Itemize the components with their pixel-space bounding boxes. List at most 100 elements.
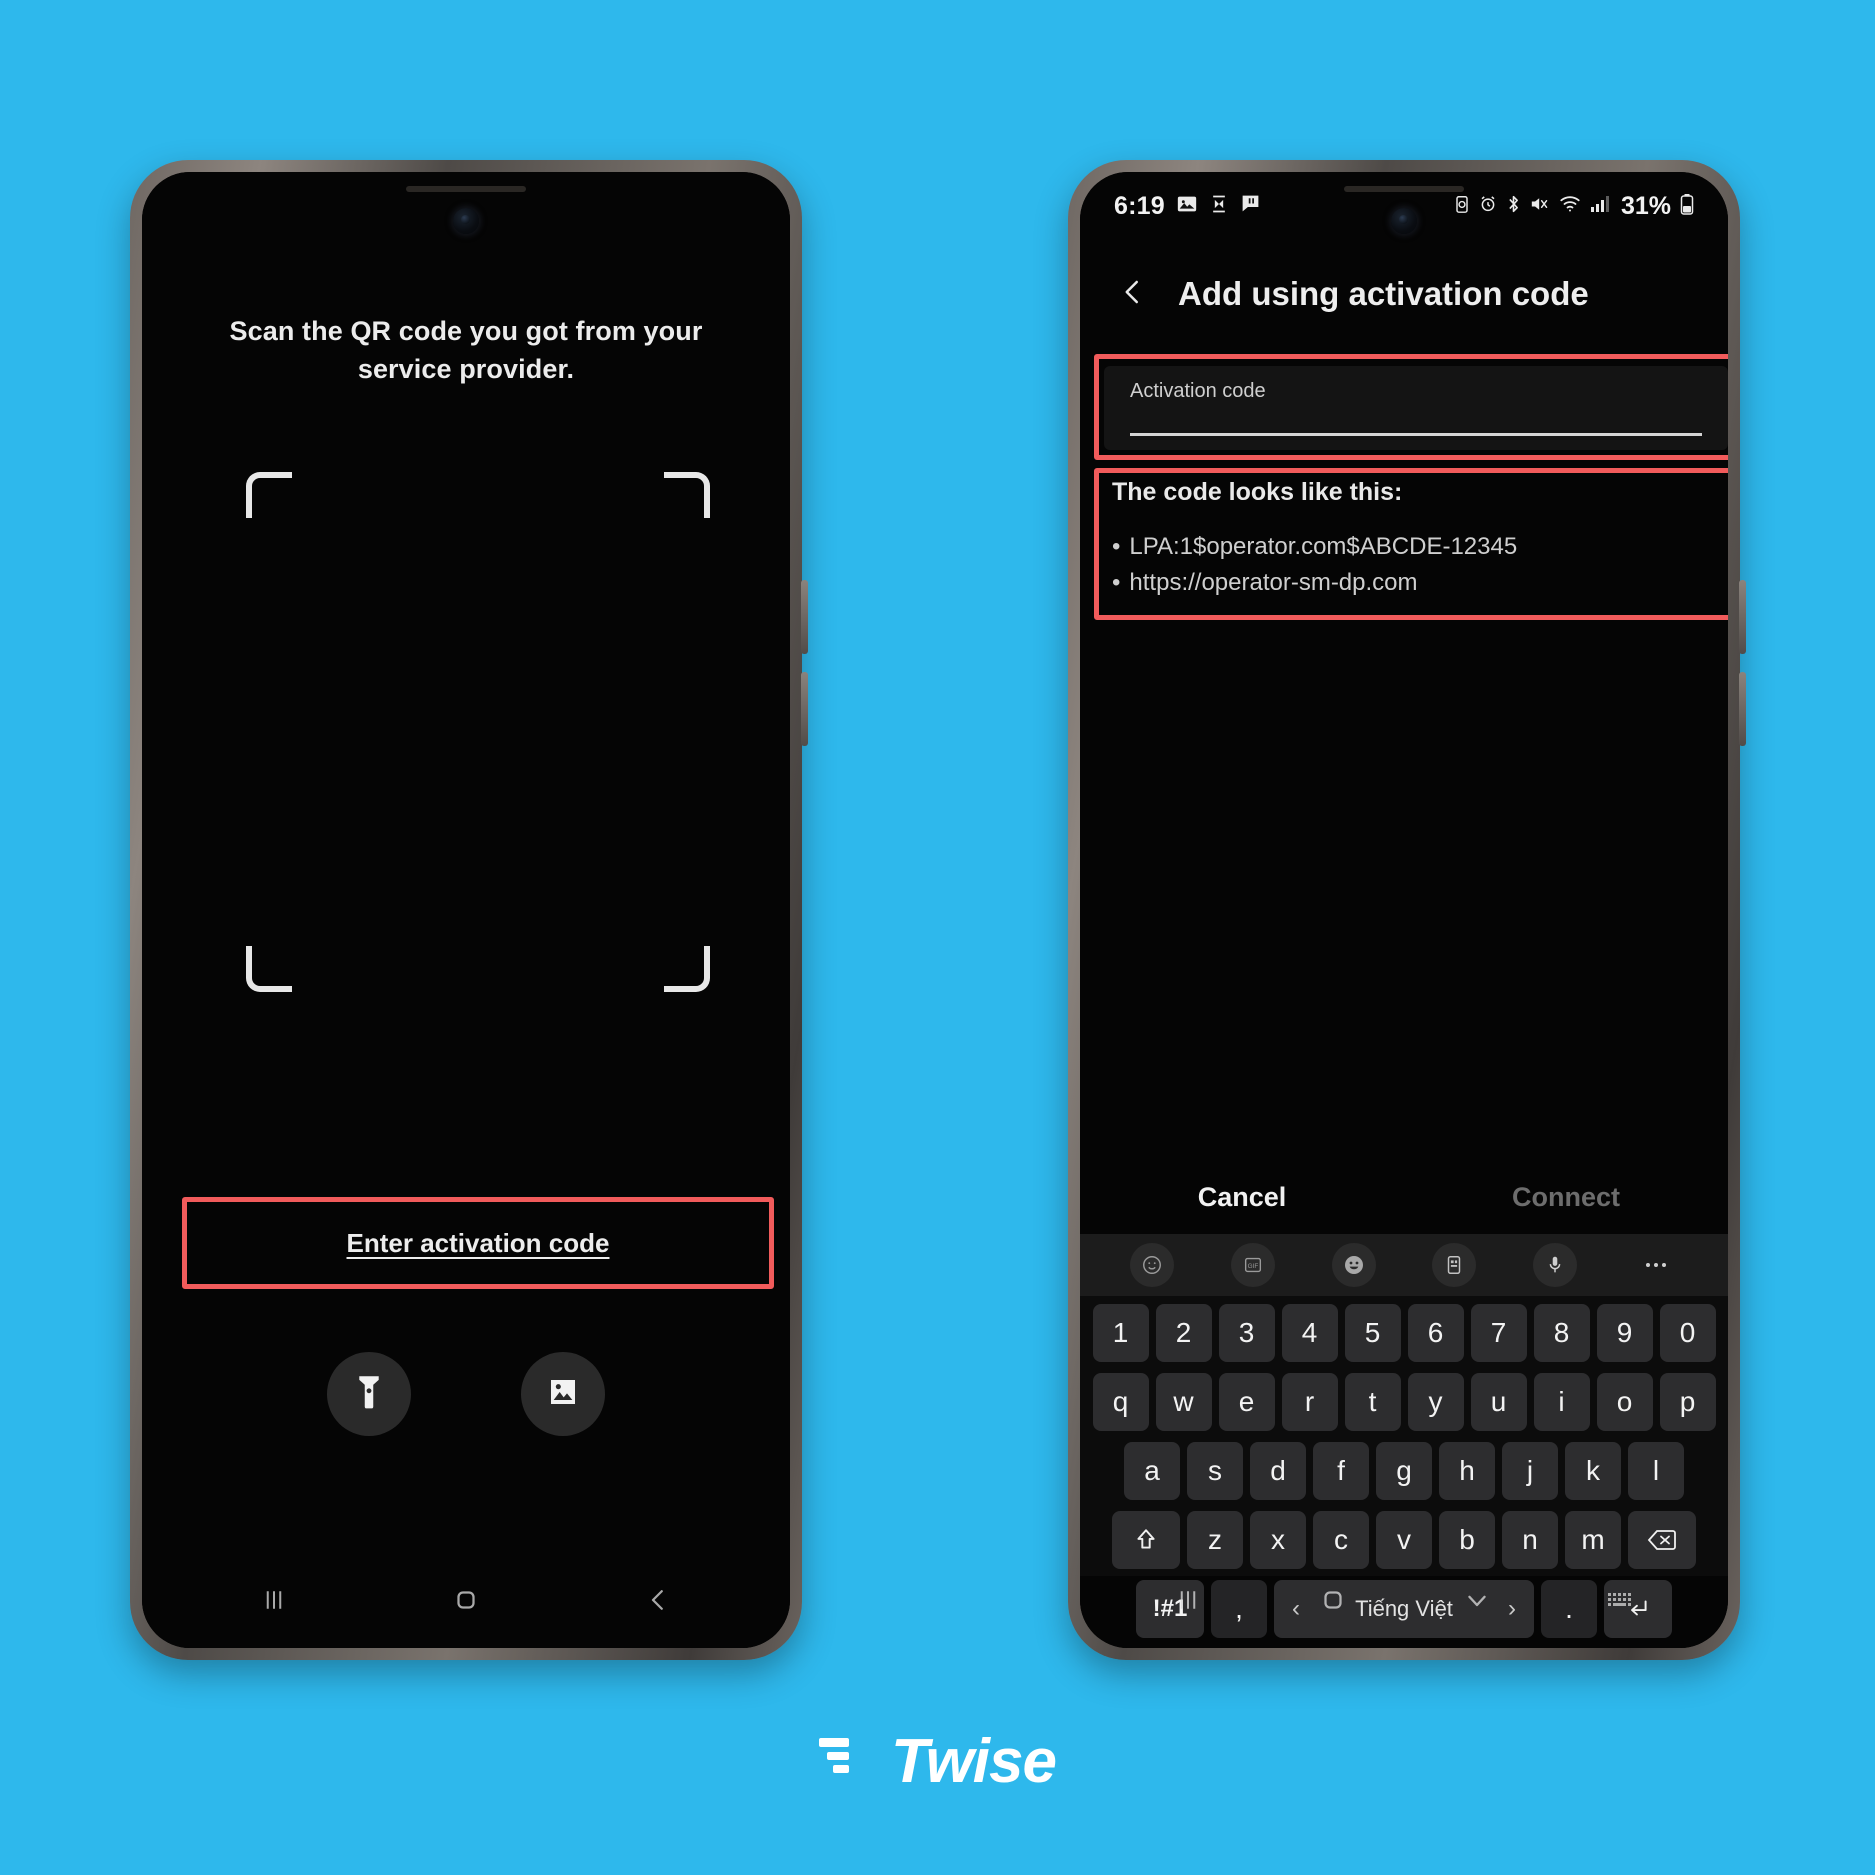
scan-instruction-text: Scan the QR code you got from your servi… [229, 316, 703, 385]
volume-button[interactable] [1739, 580, 1746, 654]
battery-saver-icon [1454, 194, 1470, 219]
key-4[interactable]: 4 [1281, 1304, 1338, 1362]
svg-text:GIF: GIF [1248, 1263, 1259, 1270]
power-button[interactable] [1739, 672, 1746, 746]
android-navigation-bar-right [1080, 1552, 1728, 1648]
status-bar: 6:19 31% [1080, 172, 1728, 240]
key-f[interactable]: f [1313, 1442, 1369, 1500]
keyboard-row-qwerty: q w e r t y u i o p [1086, 1373, 1722, 1431]
image-notification-icon [1176, 193, 1198, 220]
key-8[interactable]: 8 [1533, 1304, 1590, 1362]
code-example-title: The code looks like this: [1112, 478, 1403, 506]
mute-icon [1530, 195, 1550, 218]
key-7[interactable]: 7 [1470, 1304, 1527, 1362]
emoji-icon[interactable] [1331, 1243, 1376, 1287]
keyboard-row-home: a s d f g h j k l [1086, 1442, 1722, 1500]
key-3[interactable]: 3 [1218, 1304, 1275, 1362]
flashlight-icon [354, 1375, 384, 1414]
recents-button[interactable] [259, 1585, 289, 1615]
home-button[interactable] [451, 1585, 481, 1615]
key-5[interactable]: 5 [1344, 1304, 1401, 1362]
key-0[interactable]: 0 [1659, 1304, 1716, 1362]
qr-scanner-screen: Scan the QR code you got from your servi… [142, 172, 790, 1648]
key-a[interactable]: a [1124, 1442, 1180, 1500]
wifi-icon [1559, 194, 1581, 218]
key-k[interactable]: k [1565, 1442, 1621, 1500]
keyboard-switch-button[interactable] [1607, 1589, 1635, 1611]
key-g[interactable]: g [1376, 1442, 1432, 1500]
image-icon [547, 1376, 579, 1413]
back-chevron-icon[interactable] [1118, 277, 1148, 312]
code-example-item: • https://operator-sm-dp.com [1112, 565, 1720, 601]
frame-corner-bottom-left [246, 946, 292, 992]
key-1[interactable]: 1 [1092, 1304, 1149, 1362]
connect-button[interactable]: Connect [1404, 1182, 1728, 1213]
signal-icon [1590, 195, 1610, 218]
key-w[interactable]: w [1155, 1373, 1212, 1431]
frame-corner-top-right [664, 472, 710, 518]
scanner-action-buttons [142, 1352, 790, 1436]
clipboard-icon[interactable] [1432, 1243, 1477, 1287]
bluetooth-icon [1506, 194, 1521, 219]
key-d[interactable]: d [1250, 1442, 1306, 1500]
chat-icon [1240, 193, 1261, 219]
code-example-text: LPA:1$operator.com$ABCDE-12345 [1129, 533, 1518, 560]
key-l[interactable]: l [1628, 1442, 1684, 1500]
flashlight-button[interactable] [327, 1352, 411, 1436]
activation-code-screen: 6:19 31% Add using activation code Activ… [1080, 172, 1728, 1648]
earpiece-speaker [406, 186, 526, 192]
key-o[interactable]: o [1596, 1373, 1653, 1431]
qr-scan-frame [246, 472, 710, 992]
key-e[interactable]: e [1218, 1373, 1275, 1431]
battery-percentage: 31% [1620, 191, 1671, 220]
activation-code-input[interactable]: Activation code [1104, 366, 1728, 450]
code-example-text: https://operator-sm-dp.com [1129, 569, 1418, 596]
key-y[interactable]: y [1407, 1373, 1464, 1431]
dialog-actions: Cancel Connect [1080, 1162, 1728, 1232]
sticker-icon[interactable] [1130, 1243, 1175, 1287]
key-i[interactable]: i [1533, 1373, 1590, 1431]
key-s[interactable]: s [1187, 1442, 1243, 1500]
enter-activation-code-button[interactable]: Enter activation code [182, 1197, 774, 1289]
twise-speedlines-icon [819, 1730, 885, 1793]
status-time: 6:19 [1114, 191, 1165, 220]
app-header: Add using activation code [1080, 258, 1728, 330]
key-t[interactable]: t [1344, 1373, 1401, 1431]
frame-corner-top-left [246, 472, 292, 518]
microphone-icon[interactable] [1532, 1243, 1577, 1287]
home-button[interactable] [1318, 1585, 1348, 1615]
activation-code-label: Activation code [1130, 380, 1266, 402]
code-example-item: • LPA:1$operator.com$ABCDE-12345 [1112, 529, 1720, 565]
key-p[interactable]: p [1659, 1373, 1716, 1431]
key-r[interactable]: r [1281, 1373, 1338, 1431]
key-6[interactable]: 6 [1407, 1304, 1464, 1362]
phone-device-right: 6:19 31% Add using activation code Activ… [1068, 160, 1746, 1660]
key-h[interactable]: h [1439, 1442, 1495, 1500]
brand-logo: Twise [0, 1726, 1875, 1797]
gallery-button[interactable] [521, 1352, 605, 1436]
key-9[interactable]: 9 [1596, 1304, 1653, 1362]
recents-button[interactable] [1173, 1585, 1203, 1615]
frame-corner-bottom-right [664, 946, 710, 992]
android-navigation-bar-left [142, 1552, 790, 1648]
gif-icon[interactable]: GIF [1230, 1243, 1275, 1287]
keyboard-row-numbers: 1 2 3 4 5 6 7 8 9 0 [1086, 1304, 1722, 1362]
key-2[interactable]: 2 [1155, 1304, 1212, 1362]
bullet-icon: • [1112, 569, 1121, 596]
code-example-block: The code looks like this: • LPA:1$operat… [1112, 478, 1720, 601]
key-q[interactable]: q [1092, 1373, 1149, 1431]
key-j[interactable]: j [1502, 1442, 1558, 1500]
battery-icon [1680, 193, 1694, 220]
page-title: Add using activation code [1178, 275, 1589, 312]
hide-keyboard-button[interactable] [1462, 1585, 1492, 1615]
logo-text: Twise [891, 1727, 1057, 1796]
cancel-button[interactable]: Cancel [1080, 1182, 1404, 1213]
power-button[interactable] [801, 672, 808, 746]
hourglass-icon [1209, 193, 1229, 220]
volume-button[interactable] [801, 580, 808, 654]
bullet-icon: • [1112, 533, 1121, 560]
more-options-icon[interactable] [1634, 1243, 1678, 1287]
key-u[interactable]: u [1470, 1373, 1527, 1431]
phone-device-left: Scan the QR code you got from your servi… [130, 160, 808, 1660]
back-button[interactable] [643, 1585, 673, 1615]
